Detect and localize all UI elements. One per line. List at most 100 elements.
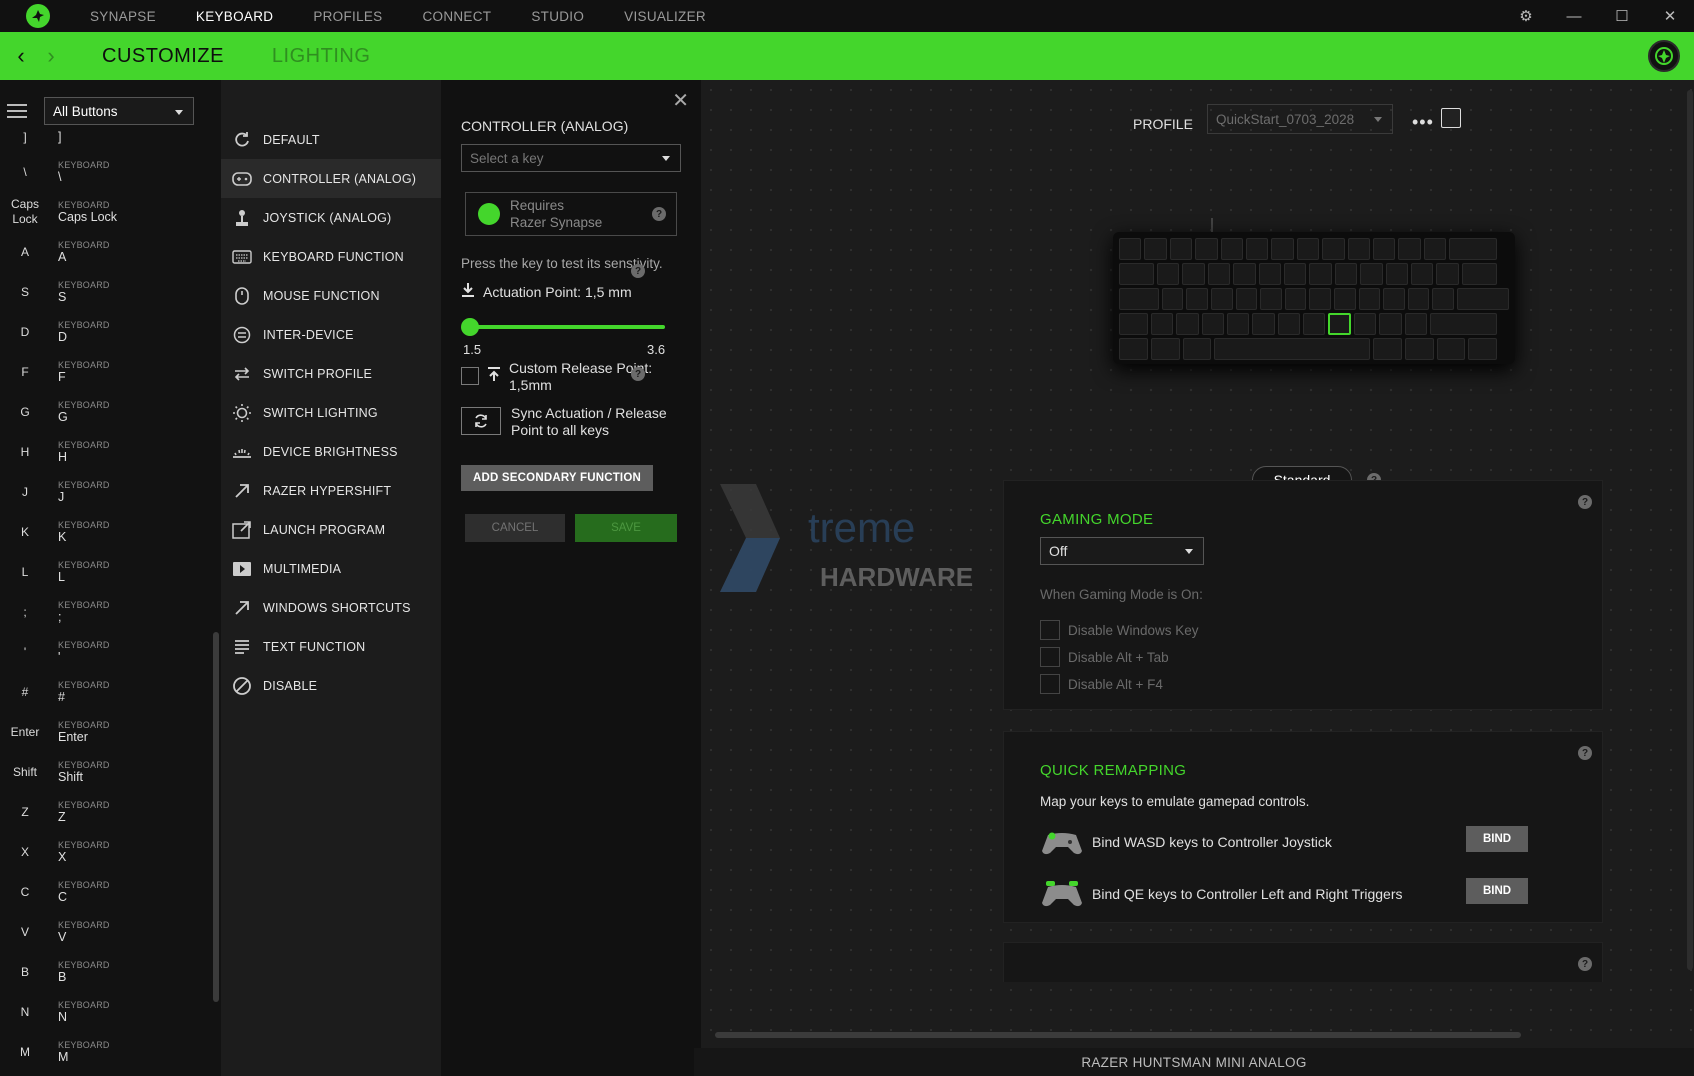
key-list-item[interactable]: ]] <box>0 122 221 152</box>
key-list-item[interactable]: Caps Lock KEYBOARD Caps Lock <box>0 192 221 232</box>
key-list-item[interactable]: X KEYBOARD X <box>0 832 221 872</box>
keyboard-key[interactable] <box>1423 238 1447 260</box>
keyboard-key[interactable] <box>1309 263 1332 285</box>
top-nav-connect[interactable]: CONNECT <box>422 9 491 24</box>
keyboard-key[interactable] <box>1457 288 1510 310</box>
function-item-multimedia[interactable]: MULTIMEDIA <box>221 549 441 588</box>
disable-windows-key-checkbox[interactable] <box>1040 620 1060 640</box>
custom-release-checkbox[interactable] <box>461 367 479 385</box>
key-list-item[interactable]: F KEYBOARD F <box>0 352 221 392</box>
close-panel-icon[interactable]: ✕ <box>672 88 689 113</box>
release-help-icon[interactable]: ? <box>631 367 645 381</box>
keyboard-key[interactable] <box>1226 313 1250 335</box>
minimize-icon[interactable]: — <box>1550 0 1598 32</box>
keyboard-key[interactable] <box>1157 263 1180 285</box>
keyboard-key[interactable] <box>1296 238 1320 260</box>
add-secondary-function-button[interactable]: ADD SECONDARY FUNCTION <box>461 465 653 491</box>
function-item-razer-hypershift[interactable]: RAZER HYPERSHIFT <box>221 471 441 510</box>
key-list-item[interactable]: ; KEYBOARD; <box>0 592 221 632</box>
quick-remap-help-icon[interactable]: ? <box>1578 746 1592 760</box>
keyboard-key[interactable] <box>1284 263 1307 285</box>
option-disable-windows-key[interactable]: Disable Windows Key <box>1040 620 1199 640</box>
keyboard-key[interactable] <box>1436 263 1459 285</box>
keyboard-key[interactable] <box>1150 338 1180 360</box>
keyboard-key[interactable] <box>1220 238 1243 260</box>
close-window-icon[interactable]: ✕ <box>1646 0 1694 32</box>
top-nav-studio[interactable]: STUDIO <box>531 9 584 24</box>
hamburger-menu-icon[interactable] <box>7 104 27 118</box>
keyboard-key[interactable] <box>1353 313 1377 335</box>
keyboard-key[interactable] <box>1303 313 1326 335</box>
keyboard-key[interactable] <box>1404 313 1428 335</box>
keyboard-key[interactable] <box>1411 263 1434 285</box>
key-list-item[interactable]: L KEYBOARD L <box>0 552 221 592</box>
keyboard-key[interactable] <box>1358 288 1381 310</box>
keyboard-key[interactable] <box>1195 238 1218 260</box>
key-list-item[interactable]: \ KEYBOARD \ <box>0 152 221 192</box>
key-list-item[interactable]: D KEYBOARD D <box>0 312 221 352</box>
profile-dropdown[interactable]: QuickStart_0703_2028 <box>1207 104 1393 134</box>
keyboard-image[interactable] <box>1113 232 1515 364</box>
top-nav-visualizer[interactable]: VISUALIZER <box>624 9 706 24</box>
keyboard-key[interactable] <box>1430 313 1497 335</box>
keyboard-key[interactable] <box>1385 263 1408 285</box>
user-avatar[interactable] <box>1648 40 1680 72</box>
keyboard-key[interactable] <box>1271 238 1294 260</box>
razer-logo-icon[interactable] <box>26 4 50 28</box>
top-nav-profiles[interactable]: PROFILES <box>313 9 382 24</box>
onboard-memory-icon[interactable] <box>1441 108 1461 128</box>
tab-lighting[interactable]: LIGHTING <box>272 45 370 68</box>
option-disable-alt-f4[interactable]: Disable Alt + F4 <box>1040 674 1199 694</box>
help-icon[interactable]: ? <box>652 207 666 221</box>
keyboard-key[interactable] <box>1398 238 1421 260</box>
keyboard-key[interactable] <box>1214 338 1370 360</box>
selected-key[interactable] <box>1328 313 1351 335</box>
disable-alt-tab-checkbox[interactable] <box>1040 647 1060 667</box>
function-item-launch-program[interactable]: LAUNCH PROGRAM <box>221 510 441 549</box>
keyboard-key[interactable] <box>1258 263 1282 285</box>
keyboard-key[interactable] <box>1347 238 1370 260</box>
key-list-item[interactable]: V KEYBOARD V <box>0 912 221 952</box>
key-list-item[interactable]: Z KEYBOARD Z <box>0 792 221 832</box>
keyboard-key[interactable] <box>1119 338 1148 360</box>
key-list-item[interactable]: N KEYBOARD N <box>0 992 221 1032</box>
key-list-item[interactable]: S KEYBOARD S <box>0 272 221 312</box>
key-list-item[interactable]: # KEYBOARD # <box>0 672 221 712</box>
key-list-item[interactable]: C KEYBOARD C <box>0 872 221 912</box>
function-item-controller-analog[interactable]: CONTROLLER (ANALOG) <box>221 159 441 198</box>
keyboard-key[interactable] <box>1252 313 1275 335</box>
keyboard-key[interactable] <box>1119 313 1148 335</box>
keyboard-key[interactable] <box>1176 313 1199 335</box>
forward-arrow-icon[interactable]: › <box>36 43 66 69</box>
keyboard-key[interactable] <box>1360 263 1383 285</box>
keyboard-key[interactable] <box>1334 263 1358 285</box>
key-list-item[interactable]: Shift KEYBOARD Shift <box>0 752 221 792</box>
more-options-icon[interactable]: ••• <box>1412 112 1434 133</box>
keyboard-key[interactable] <box>1334 288 1356 310</box>
keyboard-key[interactable] <box>1201 313 1224 335</box>
keyboard-key[interactable] <box>1383 288 1405 310</box>
vertical-scrollbar[interactable] <box>1687 90 1693 970</box>
keyboard-key[interactable] <box>1373 338 1402 360</box>
sync-refresh-icon[interactable] <box>461 407 501 435</box>
keyboard-key[interactable] <box>1235 288 1258 310</box>
keyboard-key[interactable] <box>1449 238 1497 260</box>
save-button[interactable]: SAVE <box>575 514 677 542</box>
disable-alt-f4-checkbox[interactable] <box>1040 674 1060 694</box>
function-item-windows-shortcuts[interactable]: WINDOWS SHORTCUTS <box>221 588 441 627</box>
function-item-text-function[interactable]: TEXT FUNCTION <box>221 627 441 666</box>
keyboard-key[interactable] <box>1211 288 1233 310</box>
keyboard-key[interactable] <box>1186 288 1209 310</box>
key-list-item[interactable]: K KEYBOARD K <box>0 512 221 552</box>
function-item-keyboard-function[interactable]: KEYBOARD FUNCTION <box>221 237 441 276</box>
keyboard-key[interactable] <box>1182 338 1212 360</box>
keyboard-key[interactable] <box>1119 263 1155 285</box>
keyboard-key[interactable] <box>1407 288 1430 310</box>
function-item-joystick-analog[interactable]: JOYSTICK (ANALOG) <box>221 198 441 237</box>
keyboard-key[interactable] <box>1161 288 1184 310</box>
bind-wasd-button[interactable]: BIND <box>1466 826 1528 852</box>
keyboard-key[interactable] <box>1461 263 1497 285</box>
actuation-slider-track[interactable] <box>469 325 665 329</box>
keyboard-key[interactable] <box>1436 338 1466 360</box>
keyboard-key[interactable] <box>1150 313 1174 335</box>
